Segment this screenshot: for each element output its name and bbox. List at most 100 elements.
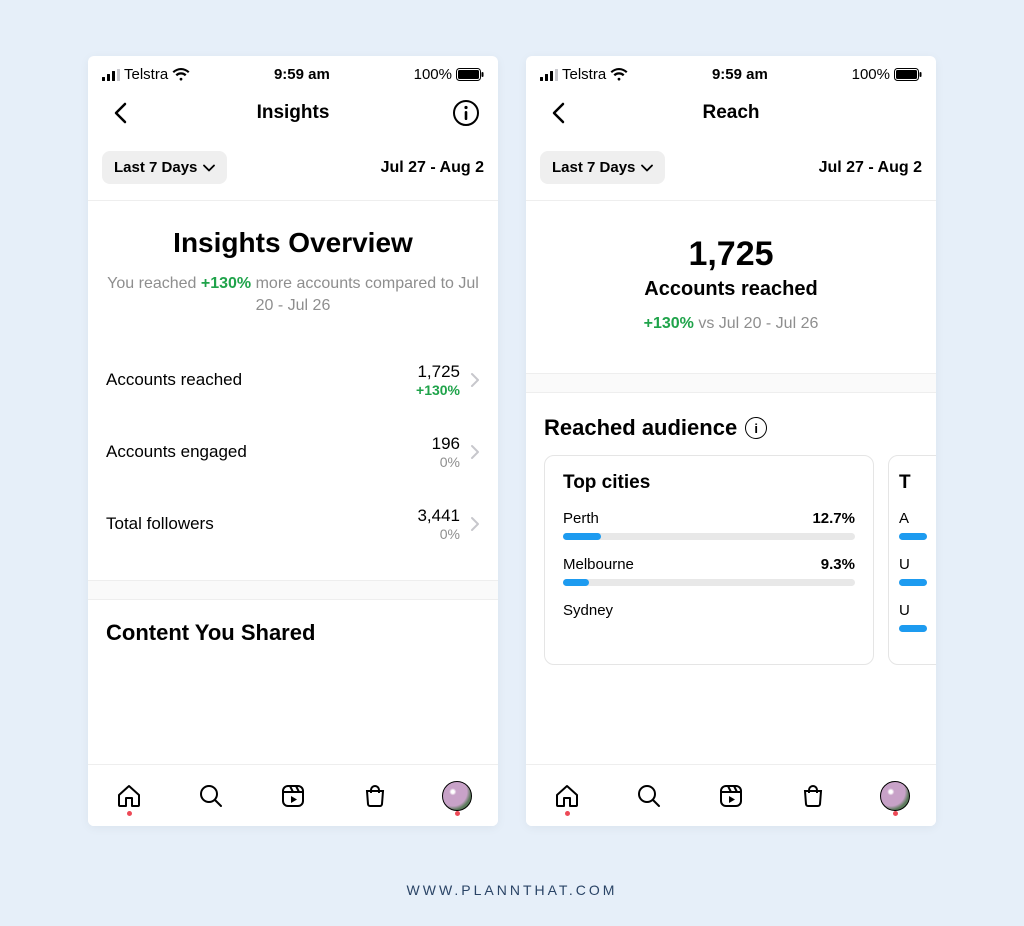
avatar (880, 781, 910, 811)
nav-header: Reach (526, 89, 936, 141)
stat-label: Total followers (106, 514, 417, 534)
info-icon[interactable]: i (745, 417, 767, 439)
phone-reach: Telstra 9:59 am 100% Reach Last 7 Da (526, 56, 936, 826)
overview-title: Insights Overview (106, 227, 480, 259)
status-bar: Telstra 9:59 am 100% (88, 56, 498, 89)
clock: 9:59 am (712, 66, 768, 83)
notification-dot (455, 811, 460, 816)
bar-fill (899, 579, 927, 586)
shop-icon (799, 782, 827, 810)
notification-dot (893, 811, 898, 816)
status-bar: Telstra 9:59 am 100% (526, 56, 936, 89)
card-title: T (899, 472, 936, 494)
chevron-left-icon (550, 102, 566, 124)
city-bar-row: Sydney (563, 602, 855, 619)
carrier-label: Telstra (124, 66, 168, 83)
signal-icon (540, 69, 558, 81)
bar-track (563, 533, 855, 540)
tab-shop[interactable] (353, 774, 397, 818)
bar-track (899, 625, 927, 632)
top-cities-card: Top cities Perth12.7% Melbourne 9.3% Sydney (544, 455, 874, 665)
main-scroll[interactable]: 1,725 Accounts reached +130% vs Jul 20 -… (526, 201, 936, 764)
bar-track (899, 533, 927, 540)
tab-reels[interactable] (709, 774, 753, 818)
bar-fill (899, 625, 927, 632)
peek-label: U (899, 556, 910, 573)
bar-track (563, 579, 855, 586)
city-name: Melbourne (563, 556, 634, 573)
tab-bar (526, 764, 936, 826)
stat-row[interactable]: Accounts reached1,725+130% (106, 344, 480, 416)
filter-label: Last 7 Days (552, 159, 635, 176)
notification-dot (565, 811, 570, 816)
chevron-left-icon (112, 102, 128, 124)
chevron-right-icon (470, 444, 480, 460)
battery-icon (456, 68, 484, 81)
date-range-select[interactable]: Last 7 Days (540, 151, 665, 184)
nav-header: Insights (88, 89, 498, 141)
peek-row: U (899, 556, 936, 586)
city-name: Perth (563, 510, 599, 527)
tab-search[interactable] (627, 774, 671, 818)
battery-percent: 100% (852, 66, 890, 83)
search-icon (635, 782, 663, 810)
city-bar-row: Perth12.7% (563, 510, 855, 540)
phone-insights: Telstra 9:59 am 100% Insights (88, 56, 498, 826)
tab-home[interactable] (545, 774, 589, 818)
wifi-icon (610, 68, 628, 81)
date-range-display: Jul 27 - Aug 2 (819, 159, 922, 177)
home-icon (553, 782, 581, 810)
wifi-icon (172, 68, 190, 81)
tab-home[interactable] (107, 774, 151, 818)
bar-fill (899, 533, 927, 540)
peek-row: U (899, 602, 936, 632)
bar-fill (563, 579, 589, 586)
stat-label: Accounts engaged (106, 442, 432, 462)
page-title: Reach (576, 102, 886, 124)
stat-value: 196 (432, 434, 460, 454)
stat-row[interactable]: Accounts engaged1960% (106, 416, 480, 488)
section-divider (526, 373, 936, 393)
content-shared-heading: Content You Shared (88, 600, 498, 646)
chevron-down-icon (641, 164, 653, 172)
audience-cards[interactable]: Top cities Perth12.7% Melbourne 9.3% Sydney… (526, 455, 936, 665)
chevron-right-icon (470, 516, 480, 532)
tab-reels[interactable] (271, 774, 315, 818)
footer-url: WWW.PLANNTHAT.COM (0, 882, 1024, 898)
stat-row[interactable]: Total followers3,4410% (106, 488, 480, 560)
page-title: Insights (138, 102, 448, 124)
date-range-display: Jul 27 - Aug 2 (381, 159, 484, 177)
search-icon (197, 782, 225, 810)
section-divider (88, 580, 498, 600)
back-button[interactable] (540, 95, 576, 131)
tab-search[interactable] (189, 774, 233, 818)
chevron-down-icon (203, 164, 215, 172)
notification-dot (127, 811, 132, 816)
city-name: Sydney (563, 602, 613, 619)
overview-subtext: You reached +130% more accounts compared… (106, 273, 480, 318)
peek-row: A (899, 510, 936, 540)
tab-profile[interactable] (873, 774, 917, 818)
tab-profile[interactable] (435, 774, 479, 818)
date-range-select[interactable]: Last 7 Days (102, 151, 227, 184)
battery-percent: 100% (414, 66, 452, 83)
filter-bar: Last 7 Days Jul 27 - Aug 2 (88, 141, 498, 201)
bar-track (899, 579, 927, 586)
reached-audience-heading: Reached audience i (526, 393, 936, 455)
city-bar-row: Melbourne 9.3% (563, 556, 855, 586)
reels-icon (279, 782, 307, 810)
compare-text: +130% vs Jul 20 - Jul 26 (544, 315, 918, 333)
reels-icon (717, 782, 745, 810)
peek-label: A (899, 510, 909, 527)
tab-shop[interactable] (791, 774, 835, 818)
peek-label: U (899, 602, 910, 619)
battery-icon (894, 68, 922, 81)
main-scroll[interactable]: Insights Overview You reached +130% more… (88, 201, 498, 764)
next-card-peek: T A U U (888, 455, 936, 665)
stat-value: 3,441 (417, 506, 460, 526)
card-title: Top cities (563, 472, 855, 494)
back-button[interactable] (102, 95, 138, 131)
city-percent: 9.3% (821, 556, 855, 573)
filter-bar: Last 7 Days Jul 27 - Aug 2 (526, 141, 936, 201)
info-button[interactable] (448, 95, 484, 131)
